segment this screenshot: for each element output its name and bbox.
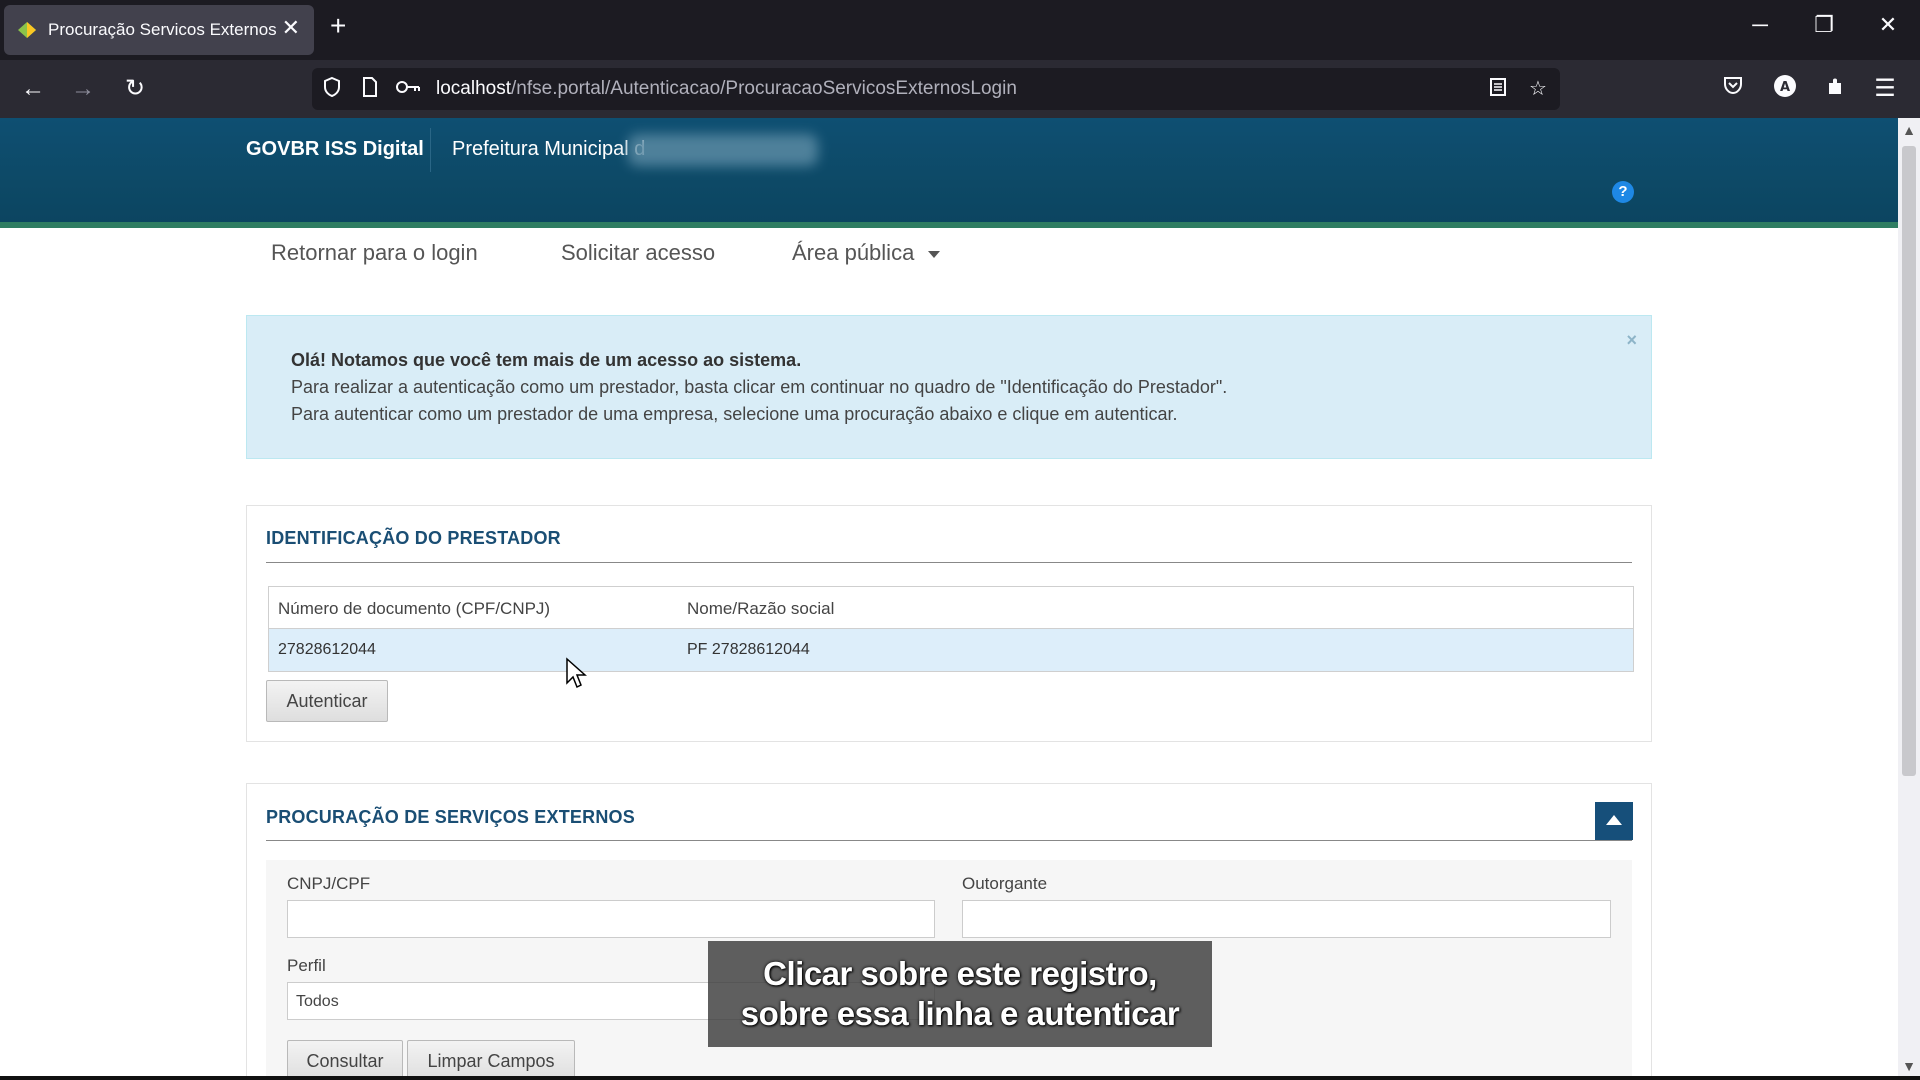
window-close-button[interactable]: ✕ (1868, 12, 1908, 38)
web-page: GOVBR ISS Digital Prefeitura Municipal d… (0, 118, 1898, 1078)
url-path: /nfse.portal/Autenticacao/ProcuracaoServ… (511, 78, 1017, 99)
reader-view-icon[interactable] (1484, 76, 1512, 105)
cell-nome: PF 27828612044 (687, 641, 810, 658)
info-alert: Olá! Notamos que você tem mais de um ace… (246, 315, 1652, 459)
site-header: GOVBR ISS Digital Prefeitura Municipal d… (0, 118, 1898, 228)
chevron-up-icon (1606, 815, 1622, 825)
svg-text:A: A (1780, 80, 1790, 95)
alert-close-icon[interactable]: × (1626, 330, 1637, 351)
header-accent-stripe (0, 222, 1898, 228)
new-tab-button[interactable]: + (330, 12, 346, 40)
subtitle-line-1: Clicar sobre este registro, (763, 955, 1157, 992)
alert-heading: Olá! Notamos que você tem mais de um ace… (291, 350, 802, 370)
cell-documento: 27828612044 (278, 641, 376, 658)
window-bottom-edge (0, 1076, 1920, 1080)
identificacao-panel: IDENTIFICAÇÃO DO PRESTADOR Número de doc… (246, 505, 1652, 742)
header-divider (430, 128, 431, 172)
column-header-documento: Número de documento (CPF/CNPJ) (278, 599, 551, 618)
browser-tab-bar: Procuração Servicos Externos ✕ + ─ ❐ ✕ (0, 0, 1920, 60)
alert-text-prestador: Para realizar a autenticação como um pre… (291, 377, 1228, 397)
scroll-down-icon[interactable]: ▼ (1898, 1058, 1920, 1074)
outorgante-label: Outorgante (962, 874, 1048, 893)
column-header-nome: Nome/Razão social (687, 599, 835, 618)
scroll-thumb[interactable] (1902, 146, 1916, 776)
prestador-table: Número de documento (CPF/CNPJ) Nome/Razã… (268, 586, 1634, 672)
help-icon[interactable]: ? (1612, 181, 1634, 203)
page-icon[interactable] (356, 76, 384, 105)
identificacao-title: IDENTIFICAÇÃO DO PRESTADOR (266, 528, 561, 548)
redacted-region (628, 134, 818, 166)
minimize-button[interactable]: ─ (1740, 12, 1780, 38)
tab-close-icon[interactable]: ✕ (282, 15, 300, 41)
cnpj-input[interactable] (287, 900, 935, 938)
video-subtitle: Clicar sobre este registro, sobre essa l… (708, 941, 1212, 1047)
brand-name[interactable]: GOVBR ISS Digital (246, 138, 424, 161)
menu-public-area[interactable]: Área pública (792, 240, 941, 266)
menu-return-login[interactable]: Retornar para o login (271, 240, 478, 266)
autenticar-button[interactable]: Autenticar (266, 680, 388, 722)
consultar-button[interactable]: Consultar (287, 1040, 403, 1078)
cnpj-label: CNPJ/CPF (287, 874, 371, 893)
shield-icon[interactable] (318, 76, 346, 105)
panel-divider (266, 562, 1632, 563)
restore-button[interactable]: ❐ (1804, 12, 1844, 38)
url-text[interactable]: localhost/nfse.portal/Autenticacao/Procu… (436, 78, 1017, 100)
reload-icon[interactable]: ↻ (118, 74, 152, 104)
alert-text-empresa: Para autenticar como um prestador de uma… (291, 404, 1178, 424)
pocket-icon[interactable] (1716, 74, 1750, 104)
table-row[interactable]: 27828612044 PF 27828612044 (269, 629, 1633, 671)
municipality-name: Prefeitura Municipal d (452, 138, 646, 160)
outorgante-input[interactable] (962, 900, 1611, 938)
browser-tab[interactable]: Procuração Servicos Externos ✕ (4, 5, 314, 55)
limpar-campos-button[interactable]: Limpar Campos (407, 1040, 575, 1078)
scroll-up-icon[interactable]: ▲ (1898, 122, 1920, 138)
perfil-label: Perfil (287, 956, 326, 975)
menu-public-area-label: Área pública (792, 240, 915, 265)
table-header: Número de documento (CPF/CNPJ) Nome/Razã… (269, 587, 1633, 629)
mouse-cursor-icon (566, 657, 587, 689)
url-host: localhost (436, 78, 511, 99)
browser-nav-bar: ← → ↻ localhost/nfse.portal/Autenticacao… (0, 60, 1920, 118)
address-bar[interactable]: localhost/nfse.portal/Autenticacao/Procu… (312, 68, 1560, 110)
menu-request-access[interactable]: Solicitar acesso (561, 240, 715, 266)
collapse-panel-button[interactable] (1595, 802, 1633, 840)
key-icon[interactable] (394, 76, 422, 105)
menu-hamburger-icon[interactable]: ☰ (1868, 74, 1902, 104)
perfil-selected-value: Todos (296, 993, 339, 1010)
tab-title: Procuração Servicos Externos (48, 20, 277, 39)
account-icon[interactable]: A (1768, 74, 1802, 104)
procuracao-title: PROCURAÇÃO DE SERVIÇOS EXTERNOS (266, 807, 635, 827)
subtitle-line-2: sobre essa linha e autenticar (740, 995, 1180, 1032)
bookmark-star-icon[interactable]: ☆ (1524, 76, 1552, 102)
panel-divider (266, 840, 1632, 841)
page-scrollbar[interactable]: ▲ ▼ (1898, 118, 1920, 1078)
back-icon[interactable]: ← (16, 74, 50, 104)
caret-down-icon (928, 250, 941, 258)
forward-icon[interactable]: → (66, 74, 100, 104)
extensions-icon[interactable] (1818, 74, 1852, 104)
site-favicon-icon (18, 22, 36, 38)
